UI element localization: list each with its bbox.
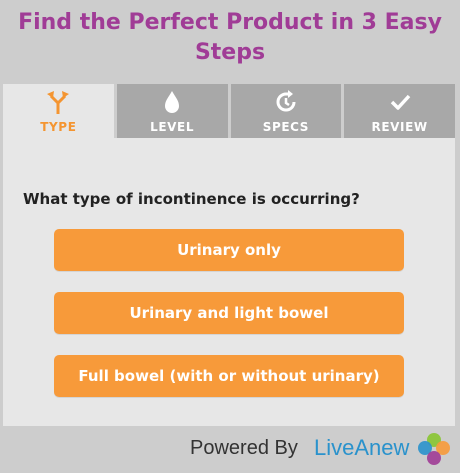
- fork-arrows-icon: [47, 90, 70, 114]
- answer-urinary-only-button[interactable]: Urinary only: [54, 229, 404, 271]
- answer-urinary-light-bowel-button[interactable]: Urinary and light bowel: [54, 292, 404, 334]
- droplet-icon: [165, 90, 180, 113]
- refresh-clock-icon: [276, 89, 296, 111]
- footer: Powered By LiveAnew: [0, 430, 460, 473]
- check-icon: [390, 94, 410, 110]
- question-text: What type of incontinence is occurring?: [23, 190, 360, 208]
- answer-full-bowel-button[interactable]: Full bowel (with or without urinary): [54, 355, 404, 397]
- tab-specs[interactable]: SPECS: [230, 84, 342, 138]
- tab-specs-label: SPECS: [262, 119, 310, 134]
- page-title: Find the Perfect Product in 3 Easy Steps: [18, 10, 442, 65]
- step-tabs: TYPE LEVEL SPECS REVIEW: [3, 84, 455, 138]
- tab-level-label: LEVEL: [150, 119, 195, 134]
- tab-review-label: REVIEW: [371, 119, 428, 134]
- brand-link[interactable]: LiveAnew: [314, 435, 409, 461]
- liveanew-logo-icon: [418, 433, 450, 465]
- tab-level[interactable]: LEVEL: [116, 84, 228, 138]
- powered-by-text: Powered By: [190, 437, 298, 459]
- tab-review[interactable]: REVIEW: [344, 84, 455, 138]
- tab-type-label: TYPE: [40, 119, 77, 134]
- question-panel: What type of incontinence is occurring? …: [3, 138, 455, 426]
- tab-type[interactable]: TYPE: [3, 84, 114, 138]
